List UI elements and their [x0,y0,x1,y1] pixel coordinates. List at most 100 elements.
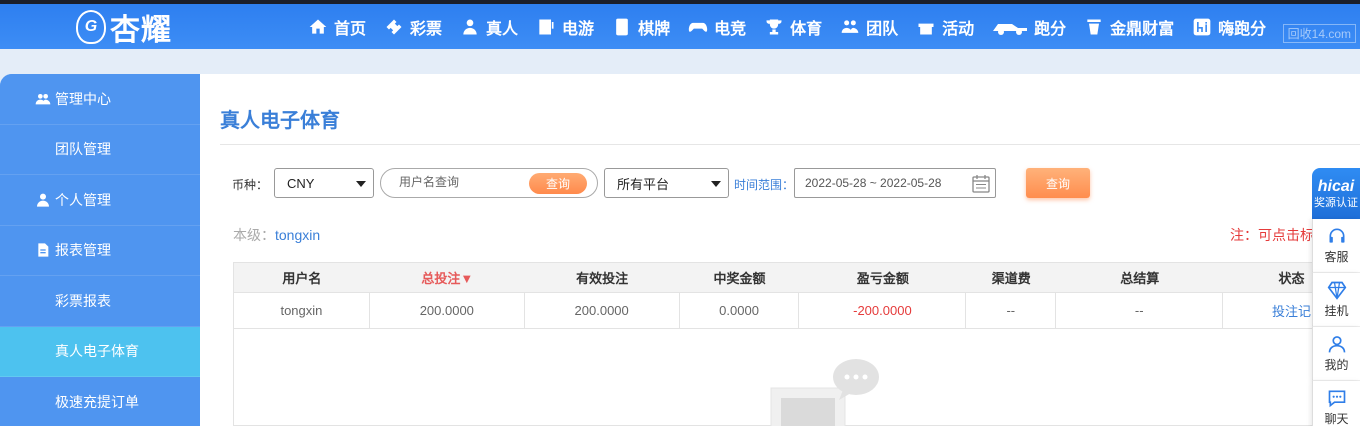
cell-channel-fee: -- [966,293,1057,328]
nav-label: 体育 [790,20,823,38]
main-content: 真人电子体育 币种： CNY 查询 所有平台 时间范围： 2022-05-28 … [200,74,1360,426]
level-label: 本级： [233,227,275,243]
date-range-value: 2022-05-28 ~ 2022-05-28 [805,176,942,190]
logo-text: 杏耀 [110,13,172,48]
column-header-total-settlement[interactable]: 总结算 [1056,263,1223,292]
sidebar-item-live-esports[interactable]: 真人电子体育 [0,326,200,377]
currency-value: CNY [287,175,315,191]
level-username[interactable]: tongxin [275,227,320,243]
report-icon [35,242,51,258]
live-dealer-icon [460,17,480,37]
hicai-logo-text: hicai [1317,177,1355,195]
diamond-icon [1327,281,1346,300]
headset-icon [1329,228,1344,243]
sidebar-item-label: 个人管理 [55,191,111,208]
calendar-icon[interactable] [971,174,991,194]
certification-label: 奖源认证 [1314,196,1358,209]
nav-item-esports[interactable]: 电竞 [688,15,746,39]
nav-label: 金鼎财富 [1110,20,1175,38]
logo-badge-icon: G [76,10,106,44]
username-input[interactable] [399,175,529,189]
cell-profit-loss: -200.0000 [799,293,967,328]
column-header-win-amount[interactable]: 中奖金额 [680,263,800,292]
currency-select[interactable]: CNY [274,168,374,198]
filter-bar: 币种： CNY 查询 所有平台 时间范围： 2022-05-28 ~ 2022-… [220,168,1360,198]
nav-label: 嗨跑分 [1218,20,1267,38]
nav-label: 活动 [942,20,975,38]
sidebar-item-label: 极速充提订单 [55,393,139,410]
floating-toolbar: hicai 奖源认证 客服 挂机 我的 聊天 [1312,168,1360,426]
sidebar-item-report-management[interactable]: 报表管理 [0,225,200,276]
brand-logo[interactable]: G 杏耀 [76,7,172,48]
column-header-valid-bet[interactable]: 有效投注 [525,263,680,292]
cell-username: tongxin [234,293,370,328]
nav-label: 棋牌 [638,20,671,38]
sidebar: 管理中心 团队管理 个人管理 报表管理 彩票报表 真人电子体育 极速充提订单 [0,74,200,426]
nav-label: 跑分 [1034,20,1067,38]
sidebar-item-label: 彩票报表 [55,292,111,309]
username-search-button[interactable]: 查询 [529,173,587,194]
cell-valid-bet: 200.0000 [525,293,680,328]
sidebar-item-lottery-report[interactable]: 彩票报表 [0,276,200,327]
chevron-down-icon [711,181,721,187]
column-header-total-bet[interactable]: 总投注▼ [370,263,525,292]
nav-item-race[interactable]: 跑分 [992,15,1066,39]
nav-label: 首页 [334,20,367,38]
my-account-button[interactable]: 我的 [1312,327,1360,381]
cell-total-bet: 200.0000 [370,293,525,328]
currency-label: 币种： [232,178,269,192]
column-header-profit-loss[interactable]: 盈亏金额 [799,263,966,292]
main-nav: 首页 彩票 真人 电游 棋牌 电竞 体育 团队 活动 跑分 金鼎财富 嗨跑分 [308,4,1284,49]
nav-item-team[interactable]: 团队 [840,15,898,39]
customer-service-button[interactable]: 客服 [1312,219,1360,273]
nav-item-live[interactable]: 真人 [460,15,518,39]
date-range-input[interactable]: 2022-05-28 ~ 2022-05-28 [794,168,996,198]
nav-item-hi-race[interactable]: 嗨跑分 [1192,15,1266,39]
ticket-icon [384,17,404,37]
sidebar-item-fast-orders[interactable]: 极速充提订单 [0,377,200,426]
nav-item-wealth[interactable]: 金鼎财富 [1084,15,1174,39]
sidebar-item-personal-management[interactable]: 个人管理 [0,175,200,226]
users-icon [35,91,51,107]
nav-item-cards[interactable]: 棋牌 [612,15,670,39]
column-header-username[interactable]: 用户名 [234,263,370,292]
nav-item-home[interactable]: 首页 [308,15,366,39]
platform-value: 所有平台 [617,176,670,192]
gamepad-icon [688,17,708,37]
hi-icon [1192,17,1212,37]
slot-machine-icon [536,17,556,37]
nav-item-sports[interactable]: 体育 [764,15,822,39]
sidebar-item-label: 真人电子体育 [55,343,139,360]
sidebar-item-label: 团队管理 [55,141,111,158]
nav-label: 真人 [486,20,519,38]
trophy-icon [764,17,784,37]
column-header-channel-fee[interactable]: 渠道费 [966,263,1056,292]
float-item-label: 挂机 [1324,304,1349,318]
username-search: 查询 [380,168,598,198]
cell-total-settlement: -- [1056,293,1224,328]
title-divider [220,144,1360,145]
nav-item-promotions[interactable]: 活动 [916,15,974,39]
level-info: 本级：tongxin [233,225,320,245]
chat-icon [1328,390,1345,408]
source-certification-badge[interactable]: hicai 奖源认证 [1312,168,1360,219]
wealth-icon [1084,17,1104,37]
table-row: tongxin 200.0000 200.0000 0.0000 -200.00… [234,293,1360,329]
query-button[interactable]: 查询 [1026,168,1090,198]
report-table: 用户名 总投注▼ 有效投注 中奖金额 盈亏金额 渠道费 总结算 状态 tongx… [233,262,1360,426]
chat-button[interactable]: 聊天 [1312,381,1360,426]
empty-state-illustration-icon [770,359,879,426]
cell-win-amount: 0.0000 [680,293,800,328]
sidebar-item-team-management[interactable]: 团队管理 [0,125,200,175]
nav-item-slots[interactable]: 电游 [536,15,594,39]
user-icon [35,192,51,208]
sidebar-item-management-center[interactable]: 管理中心 [0,74,200,125]
float-item-label: 聊天 [1324,412,1349,426]
sidebar-item-label: 管理中心 [55,90,111,107]
nav-label: 彩票 [410,20,443,38]
auto-bet-button[interactable]: 挂机 [1312,273,1360,327]
nav-item-lottery[interactable]: 彩票 [384,15,442,39]
platform-select[interactable]: 所有平台 [604,168,729,198]
cards-icon [612,17,632,37]
home-icon [308,17,328,37]
